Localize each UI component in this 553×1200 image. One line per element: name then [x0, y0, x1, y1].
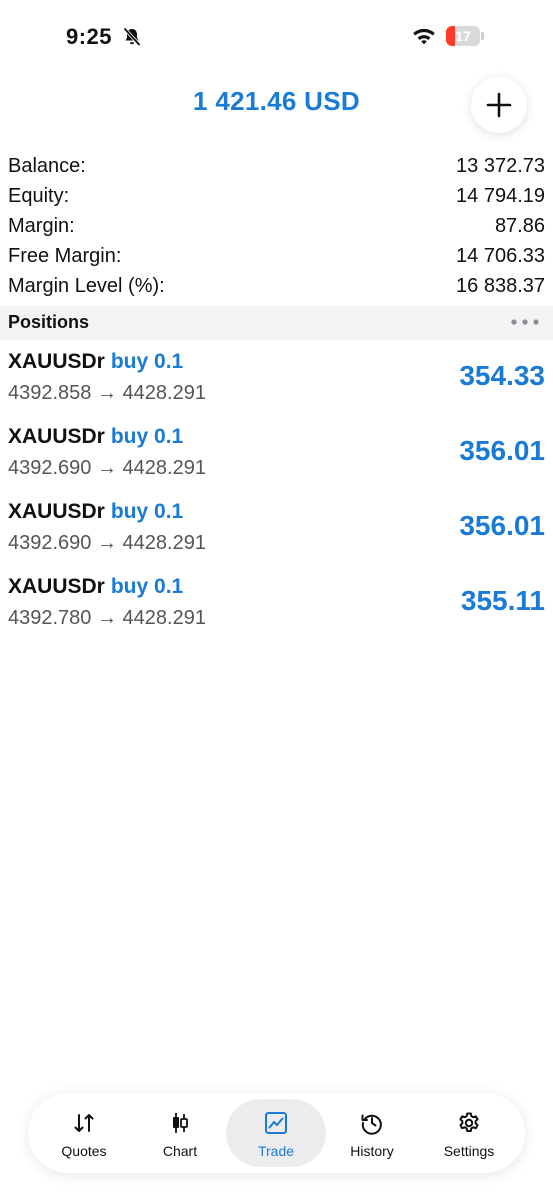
- position-profit: 356.01: [459, 435, 545, 466]
- equity-row: Equity: 14 794.19: [8, 181, 545, 211]
- margin-level-row: Margin Level (%): 16 838.37: [8, 271, 545, 301]
- position-symbol: XAUUSDr: [8, 425, 105, 448]
- status-bar: 9:25 17: [0, 0, 553, 70]
- position-side: buy 0.1: [110, 350, 184, 373]
- account-profit-title: 1 421.46 USD: [193, 86, 360, 116]
- tab-settings[interactable]: Settings: [419, 1099, 519, 1167]
- tab-label: History: [350, 1143, 394, 1159]
- bell-muted-icon: [123, 27, 141, 47]
- tab-trade[interactable]: Trade: [226, 1099, 326, 1167]
- position-profit: 355.11: [460, 585, 545, 616]
- trade-icon: [265, 1112, 287, 1134]
- position-prices: 4392.780 → 4428.291: [8, 607, 206, 629]
- positions-list: XAUUSDr buy 0.1 4392.858 → 4428.291 354.3…: [0, 346, 553, 646]
- tab-chart[interactable]: Chart: [130, 1099, 230, 1167]
- position-side: buy 0.1: [110, 575, 184, 598]
- margin-row: Margin: 87.86: [8, 211, 545, 241]
- bottom-tab-bar: Quotes Chart Trade History Settings: [28, 1093, 525, 1173]
- position-profit: 354.33: [459, 360, 545, 391]
- plus-icon: [486, 92, 512, 118]
- status-time: 9:25: [66, 24, 113, 49]
- position-side: buy 0.1: [110, 425, 184, 448]
- new-order-button[interactable]: [471, 77, 527, 133]
- position-symbol-line: XAUUSDr buy 0.1: [8, 575, 183, 599]
- equity-label: Equity:: [8, 184, 70, 207]
- position-row[interactable]: XAUUSDr buy 0.1 4392.858 → 4428.291 354.3…: [0, 346, 553, 421]
- tab-history[interactable]: History: [322, 1099, 422, 1167]
- balance-row: Balance: 13 372.73: [8, 151, 545, 181]
- positions-title: Positions: [8, 312, 90, 332]
- quotes-icon: [74, 1114, 94, 1132]
- position-symbol-line: XAUUSDr buy 0.1: [8, 500, 183, 524]
- position-profit: 356.01: [459, 510, 545, 541]
- position-row[interactable]: XAUUSDr buy 0.1 4392.780 → 4428.291 355.1…: [0, 571, 553, 646]
- free-margin-value: 14 706.33: [456, 244, 545, 267]
- position-symbol: XAUUSDr: [8, 500, 105, 523]
- margin-value: 87.86: [494, 214, 545, 237]
- free-margin-label: Free Margin:: [8, 244, 122, 267]
- margin-level-label: Margin Level (%):: [8, 274, 165, 297]
- balance-value: 13 372.73: [456, 154, 545, 177]
- chart-icon: [173, 1113, 188, 1133]
- tab-quotes[interactable]: Quotes: [34, 1099, 134, 1167]
- battery-nub: [481, 32, 484, 40]
- more-options-icon[interactable]: [510, 317, 540, 327]
- margin-label: Margin:: [8, 214, 75, 237]
- position-row[interactable]: XAUUSDr buy 0.1 4392.690 → 4428.291 356.0…: [0, 496, 553, 571]
- position-prices: 4392.690 → 4428.291: [8, 532, 206, 554]
- position-row[interactable]: XAUUSDr buy 0.1 4392.690 → 4428.291 356.0…: [0, 421, 553, 496]
- tab-label: Quotes: [61, 1143, 107, 1159]
- account-summary: Balance: 13 372.73 Equity: 14 794.19 Mar…: [8, 151, 545, 301]
- balance-label: Balance:: [8, 154, 86, 177]
- settings-icon: [459, 1112, 479, 1132]
- tab-label: Trade: [257, 1143, 295, 1159]
- margin-level-value: 16 838.37: [456, 274, 545, 297]
- position-prices: 4392.690 → 4428.291: [8, 457, 206, 479]
- tab-label: Chart: [162, 1143, 198, 1159]
- battery-indicator: 17: [446, 26, 484, 46]
- battery-body: 17: [446, 26, 480, 46]
- wifi-icon: [413, 28, 435, 45]
- position-symbol-line: XAUUSDr buy 0.1: [8, 350, 183, 374]
- free-margin-row: Free Margin: 14 706.33: [8, 241, 545, 271]
- position-symbol: XAUUSDr: [8, 575, 105, 598]
- position-symbol-line: XAUUSDr buy 0.1: [8, 425, 183, 449]
- position-side: buy 0.1: [110, 500, 184, 523]
- positions-section-header: Positions: [0, 306, 553, 340]
- tab-label: Settings: [443, 1143, 495, 1159]
- position-prices: 4392.858 → 4428.291: [8, 382, 206, 404]
- equity-value: 14 794.19: [456, 184, 545, 207]
- history-icon: [361, 1114, 382, 1135]
- battery-percent: 17: [455, 28, 471, 44]
- position-symbol: XAUUSDr: [8, 350, 105, 373]
